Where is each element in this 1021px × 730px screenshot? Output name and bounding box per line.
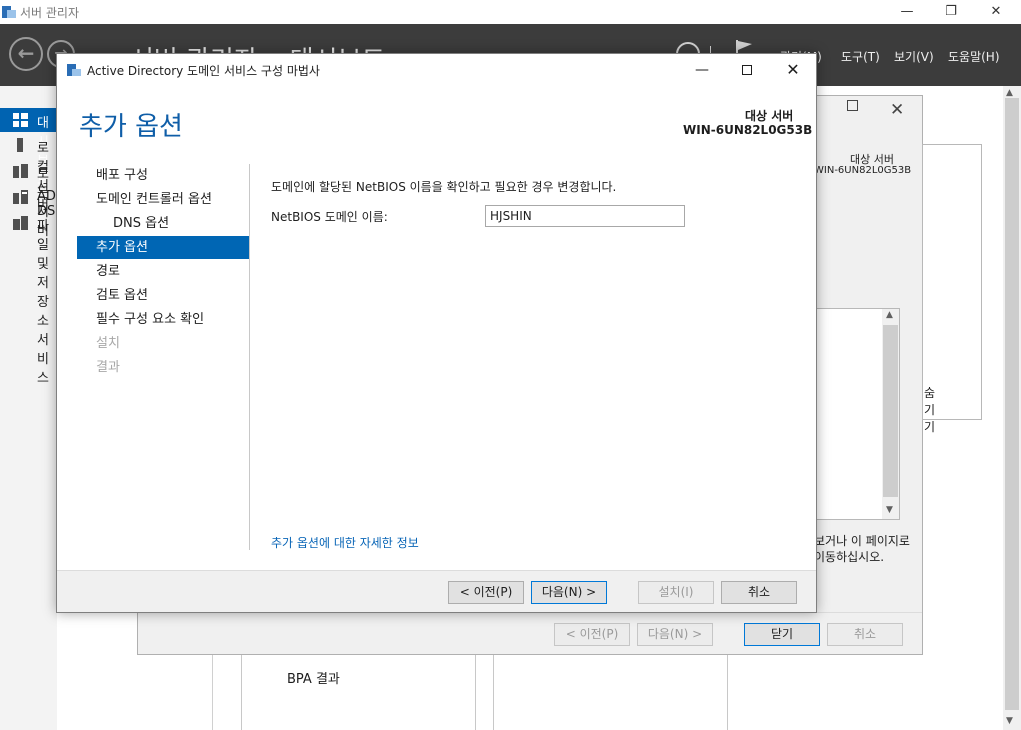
menu-view[interactable]: 보기(V) [894, 48, 934, 65]
minimize-icon[interactable]: — [679, 58, 725, 82]
list-scrollbar[interactable]: ▲ ▼ [882, 309, 899, 519]
nav-divider [249, 164, 250, 550]
server-manager-titlebar: 서버 관리자 — ❐ ✕ [0, 0, 1021, 24]
server-manager-icon [2, 6, 16, 18]
netbios-name-input[interactable] [485, 205, 685, 227]
dashboard-icon [13, 113, 28, 127]
dashboard-tile-left [241, 650, 476, 730]
target-server-value: WIN-6UN82L0G53B [683, 123, 813, 137]
dashboard-tile-right [493, 650, 728, 730]
nav-prereq-check[interactable]: 필수 구성 요소 확인 [77, 308, 249, 331]
scrollbar-thumb[interactable] [883, 325, 898, 497]
wizard-app-icon [67, 64, 81, 76]
install-button[interactable]: 설치(I) [638, 581, 714, 604]
netbios-name-label: NetBIOS 도메인 이름: [271, 210, 388, 224]
maximize-icon[interactable] [724, 58, 770, 82]
bpa-results-label[interactable]: BPA 결과 [287, 668, 340, 687]
more-info-link[interactable]: 추가 옵션에 대한 자세한 정보 [271, 534, 419, 551]
wizard-footer: < 이전(P) 다음(N) > 설치(I) 취소 [57, 570, 816, 612]
server-manager-sidebar: 대시보드 로컬 서버 모든 서버 AD DS 파일 및 저장소 서비스 [0, 86, 57, 730]
behind-dialog-footer: < 이전(P) 다음(N) > 닫기 취소 [138, 612, 922, 654]
target-server-label: 대상 서버 [745, 109, 794, 123]
nav-dc-options[interactable]: 도메인 컨트롤러 옵션 [77, 188, 249, 211]
cancel-button[interactable]: 취소 [721, 581, 797, 604]
target-server-value: WIN-6UN82L0G53B [814, 165, 912, 176]
nav-additional-options[interactable]: 추가 옵션 [77, 236, 249, 259]
close-button[interactable]: 닫기 [744, 623, 820, 646]
hide-label[interactable]: 숨기기 [924, 384, 935, 435]
sidebar-item-local-server[interactable]: 로컬 서버 [0, 133, 57, 213]
close-icon[interactable]: ✕ [890, 100, 904, 120]
nav-review-options[interactable]: 검토 옵션 [77, 284, 249, 307]
nav-dns-options[interactable]: DNS 옵션 [77, 212, 249, 235]
file-storage-icon [13, 216, 28, 230]
close-button[interactable]: ✕ [973, 0, 1019, 24]
nav-results: 결과 [96, 360, 120, 375]
prev-button[interactable]: < 이전(P) [554, 623, 630, 646]
back-arrow-icon[interactable]: ← [9, 37, 43, 71]
nav-deployment-config[interactable]: 배포 구성 [77, 164, 249, 187]
menu-tools[interactable]: 도구(T) [841, 48, 880, 65]
scroll-up-icon[interactable]: ▲ [886, 310, 893, 320]
sidebar-item-dashboard[interactable]: 대시보드 [0, 108, 57, 188]
scroll-up-icon[interactable]: ▲ [1006, 88, 1013, 98]
scroll-down-icon[interactable]: ▼ [886, 505, 893, 515]
info-text: 보거나 이 페이지로 이동하십시오. [814, 534, 910, 564]
task-panel [922, 144, 982, 420]
page-title: 추가 옵션 [79, 112, 183, 142]
restore-button[interactable]: ❐ [928, 0, 974, 24]
nav-installation: 설치 [96, 336, 120, 351]
sidebar-item-ad-ds[interactable]: AD DS [0, 185, 57, 219]
servers-icon [13, 164, 28, 178]
maximize-icon[interactable] [847, 100, 858, 111]
wizard-title: Active Directory 도메인 서비스 구성 마법사 [87, 64, 320, 78]
next-button[interactable]: 다음(N) > [531, 581, 607, 604]
sidebar-item-all-servers[interactable]: 모든 서버 [0, 159, 57, 239]
minimize-button[interactable]: — [884, 0, 930, 24]
sidebar-item-file-storage[interactable]: 파일 및 저장소 서비스 [0, 211, 57, 386]
wizard-titlebar: Active Directory 도메인 서비스 구성 마법사 — ✕ [57, 54, 816, 85]
next-button[interactable]: 다음(N) > [637, 623, 713, 646]
scroll-down-icon[interactable]: ▼ [1006, 716, 1013, 726]
cancel-button[interactable]: 취소 [827, 623, 903, 646]
progress-list: ▲ ▼ [814, 308, 900, 520]
page-description: 도메인에 할당된 NetBIOS 이름을 확인하고 필요한 경우 변경합니다. [271, 180, 617, 194]
ad-ds-config-wizard: Active Directory 도메인 서비스 구성 마법사 — ✕ 추가 옵… [56, 53, 817, 613]
prev-button[interactable]: < 이전(P) [448, 581, 524, 604]
scrollbar-thumb[interactable] [1005, 98, 1019, 710]
server-icon [17, 138, 23, 152]
server-manager-scrollbar[interactable]: ▲ ▼ [1003, 86, 1021, 730]
nav-paths[interactable]: 경로 [77, 260, 249, 283]
window-title: 서버 관리자 [20, 6, 80, 20]
sidebar-item-label: 파일 및 저장소 서비스 [37, 219, 49, 386]
close-icon[interactable]: ✕ [770, 58, 816, 82]
content-divider [212, 650, 213, 730]
ad-icon [13, 190, 28, 204]
menu-help[interactable]: 도움말(H) [948, 48, 1000, 65]
